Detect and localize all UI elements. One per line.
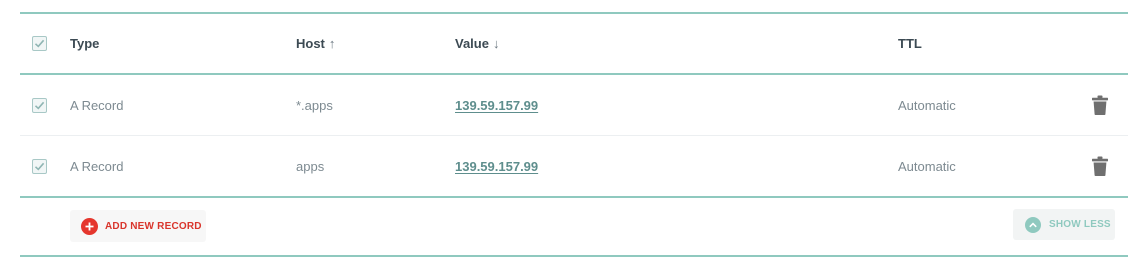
trash-icon	[1092, 156, 1108, 176]
show-less-label: SHOW LESS	[1049, 219, 1111, 230]
dns-records-table: Type Host ↑ Value ↓ TTL A Record *.apps	[20, 12, 1128, 257]
column-header-type[interactable]: Type	[70, 36, 99, 51]
plus-circle-icon	[81, 217, 98, 235]
table-row: A Record *.apps 139.59.157.99 Automatic	[20, 75, 1128, 135]
add-new-record-button[interactable]: ADD NEW RECORD	[70, 210, 206, 242]
column-header-host[interactable]: Host	[296, 36, 325, 51]
row-checkbox[interactable]	[32, 158, 47, 174]
trash-icon	[1092, 95, 1108, 115]
table-header-row: Type Host ↑ Value ↓ TTL	[20, 14, 1128, 73]
footer-bottom-rule	[20, 255, 1128, 257]
table-row: A Record apps 139.59.157.99 Automatic	[20, 136, 1128, 196]
show-less-button[interactable]: SHOW LESS	[1013, 209, 1115, 240]
sort-descending-icon[interactable]: ↓	[493, 36, 500, 51]
record-value-link[interactable]: 139.59.157.99	[455, 159, 538, 174]
record-type: A Record	[70, 158, 124, 174]
select-all-checkbox[interactable]	[32, 36, 47, 51]
record-ttl: Automatic	[898, 158, 956, 174]
row-checkbox[interactable]	[32, 97, 47, 113]
table-footer: ADD NEW RECORD SHOW LESS	[20, 198, 1128, 255]
record-host: *.apps	[296, 97, 333, 113]
sort-ascending-icon[interactable]: ↑	[329, 36, 336, 51]
record-type: A Record	[70, 97, 124, 113]
column-header-value[interactable]: Value	[455, 36, 489, 51]
delete-record-button[interactable]	[1092, 95, 1108, 115]
check-icon	[34, 101, 45, 110]
check-icon	[34, 39, 45, 48]
check-icon	[34, 162, 45, 171]
chevron-up-circle-icon	[1025, 216, 1041, 233]
record-value-link[interactable]: 139.59.157.99	[455, 98, 538, 113]
column-header-ttl[interactable]: TTL	[898, 36, 922, 51]
delete-record-button[interactable]	[1092, 156, 1108, 176]
add-new-record-label: ADD NEW RECORD	[105, 220, 202, 232]
record-ttl: Automatic	[898, 97, 956, 113]
record-host: apps	[296, 158, 325, 174]
